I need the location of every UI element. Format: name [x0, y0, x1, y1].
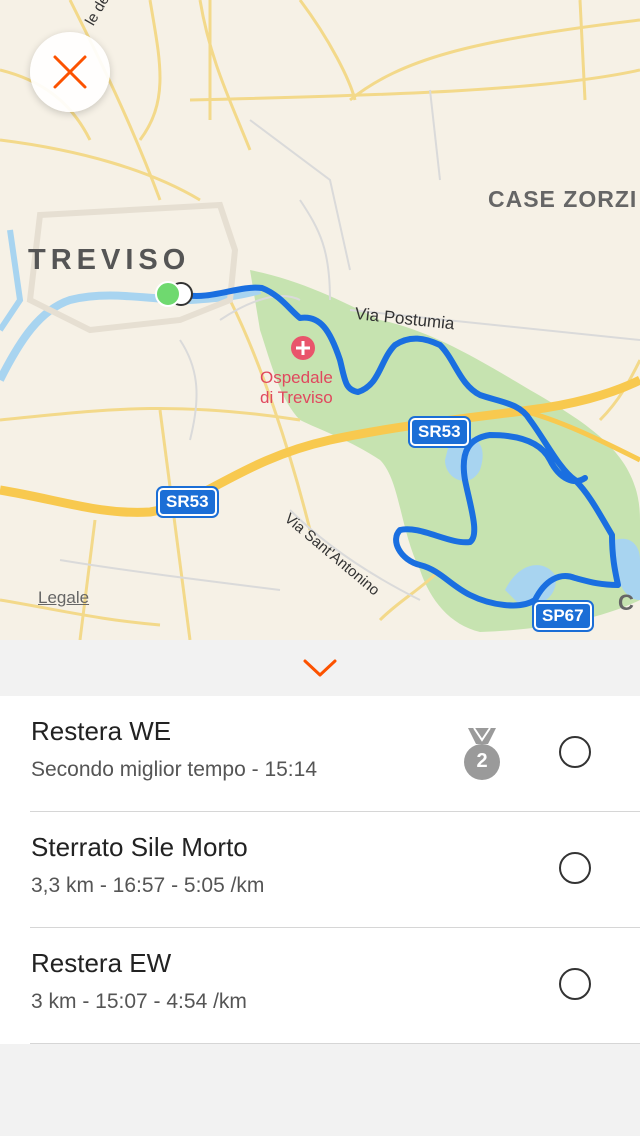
road-shield-sr53: SR53	[410, 418, 469, 446]
map-label-hospital-1: Ospedale	[260, 368, 333, 387]
map-view[interactable]: TREVISO CASE ZORZI Via Postumia Ospedale…	[0, 0, 640, 640]
map-label-right-edge: C	[618, 590, 634, 615]
segment-subtitle: 3,3 km - 16:57 - 5:05 /km	[31, 874, 265, 897]
segment-title: Sterrato Sile Morto	[31, 832, 248, 862]
segment-select-radio[interactable]	[559, 736, 591, 768]
medal-rank: 2	[476, 750, 488, 772]
segment-list: Restera WE Secondo miglior tempo - 15:14…	[0, 696, 640, 1044]
segment-row-restera-ew[interactable]: Restera EW 3 km - 15:07 - 4:54 /km	[0, 928, 640, 1044]
map-label-case-zorzi: CASE ZORZI	[488, 186, 638, 212]
map-label-hospital-2: di Treviso	[260, 388, 333, 407]
road-shield-sp67: SP67	[534, 602, 592, 630]
map-label-city: TREVISO	[28, 244, 191, 276]
segment-title: Restera WE	[31, 716, 172, 746]
segment-select-radio[interactable]	[559, 968, 591, 1000]
route-start-marker	[155, 281, 181, 307]
segment-row-restera-we[interactable]: Restera WE Secondo miglior tempo - 15:14…	[0, 696, 640, 812]
close-icon	[53, 55, 87, 89]
segment-title: Restera EW	[31, 948, 172, 978]
segment-subtitle: 3 km - 15:07 - 4:54 /km	[31, 990, 247, 1013]
segment-row-sterrato-sile-morto[interactable]: Sterrato Sile Morto 3,3 km - 16:57 - 5:0…	[0, 812, 640, 928]
chevron-down-icon	[303, 659, 337, 677]
close-button[interactable]	[30, 32, 110, 112]
road-shield-sr53: SR53	[158, 488, 217, 516]
medal-icon: 2	[462, 726, 502, 787]
segment-select-radio[interactable]	[559, 852, 591, 884]
canal	[0, 229, 24, 332]
map-legal-link[interactable]: Legale	[38, 588, 89, 608]
collapse-map-toggle[interactable]	[0, 640, 640, 696]
segment-subtitle: Secondo miglior tempo - 15:14	[31, 758, 317, 781]
row-divider	[30, 1043, 640, 1044]
